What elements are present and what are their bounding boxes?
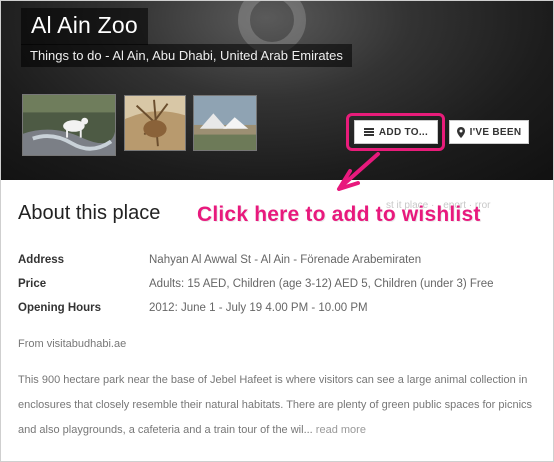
- detail-label: Opening Hours: [18, 302, 102, 314]
- detail-label: Address: [18, 254, 65, 266]
- wishlist-callout: Click here to add to wishlist: [197, 203, 481, 226]
- detail-value: Nahyan Al Awwal St - Al Ain - Förenade A…: [149, 254, 422, 266]
- ive-been-label: I'VE BEEN: [469, 126, 522, 138]
- detail-row-address: Address Nahyan Al Awwal St - Al Ain - Fö…: [18, 248, 538, 272]
- photo-tent-landscape-icon: [194, 96, 256, 150]
- about-heading: About this place: [18, 202, 161, 224]
- ive-been-button[interactable]: I'VE BEEN: [449, 120, 529, 144]
- read-more-link[interactable]: read more: [316, 424, 366, 436]
- photo-thumbnail-2[interactable]: [124, 95, 186, 151]
- source-credit: From visitabudhabi.ae: [18, 338, 127, 350]
- detail-value: Adults: 15 AED, Children (age 3-12) AED …: [149, 278, 494, 290]
- detail-row-price: Price Adults: 15 AED, Children (age 3-12…: [18, 272, 538, 296]
- detail-row-hours: Opening Hours 2012: June 1 - July 19 4.0…: [18, 296, 538, 320]
- photo-thumbnail-3[interactable]: [193, 95, 257, 151]
- place-title: Al Ain Zoo: [21, 8, 148, 45]
- place-subtitle: Things to do - Al Ain, Abu Dhabi, United…: [21, 44, 352, 67]
- description-text: This 900 hectare park near the base of J…: [18, 374, 533, 436]
- description: This 900 hectare park near the base of J…: [18, 368, 538, 443]
- photo-waterfall-goat-icon: [23, 95, 115, 155]
- highlight-box: [346, 113, 445, 151]
- map-pin-icon: [456, 126, 465, 138]
- callout-arrow-icon: [337, 152, 380, 191]
- detail-label: Price: [18, 278, 47, 290]
- details-table: Address Nahyan Al Awwal St - Al Ain - Fö…: [18, 248, 538, 320]
- detail-value: 2012: June 1 - July 19 4.00 PM - 10.00 P…: [149, 302, 368, 314]
- photo-animal-icon: [125, 96, 185, 150]
- photo-thumbnail-1[interactable]: [22, 94, 116, 156]
- hero-banner: Al Ain Zoo Things to do - Al Ain, Abu Dh…: [0, 0, 554, 180]
